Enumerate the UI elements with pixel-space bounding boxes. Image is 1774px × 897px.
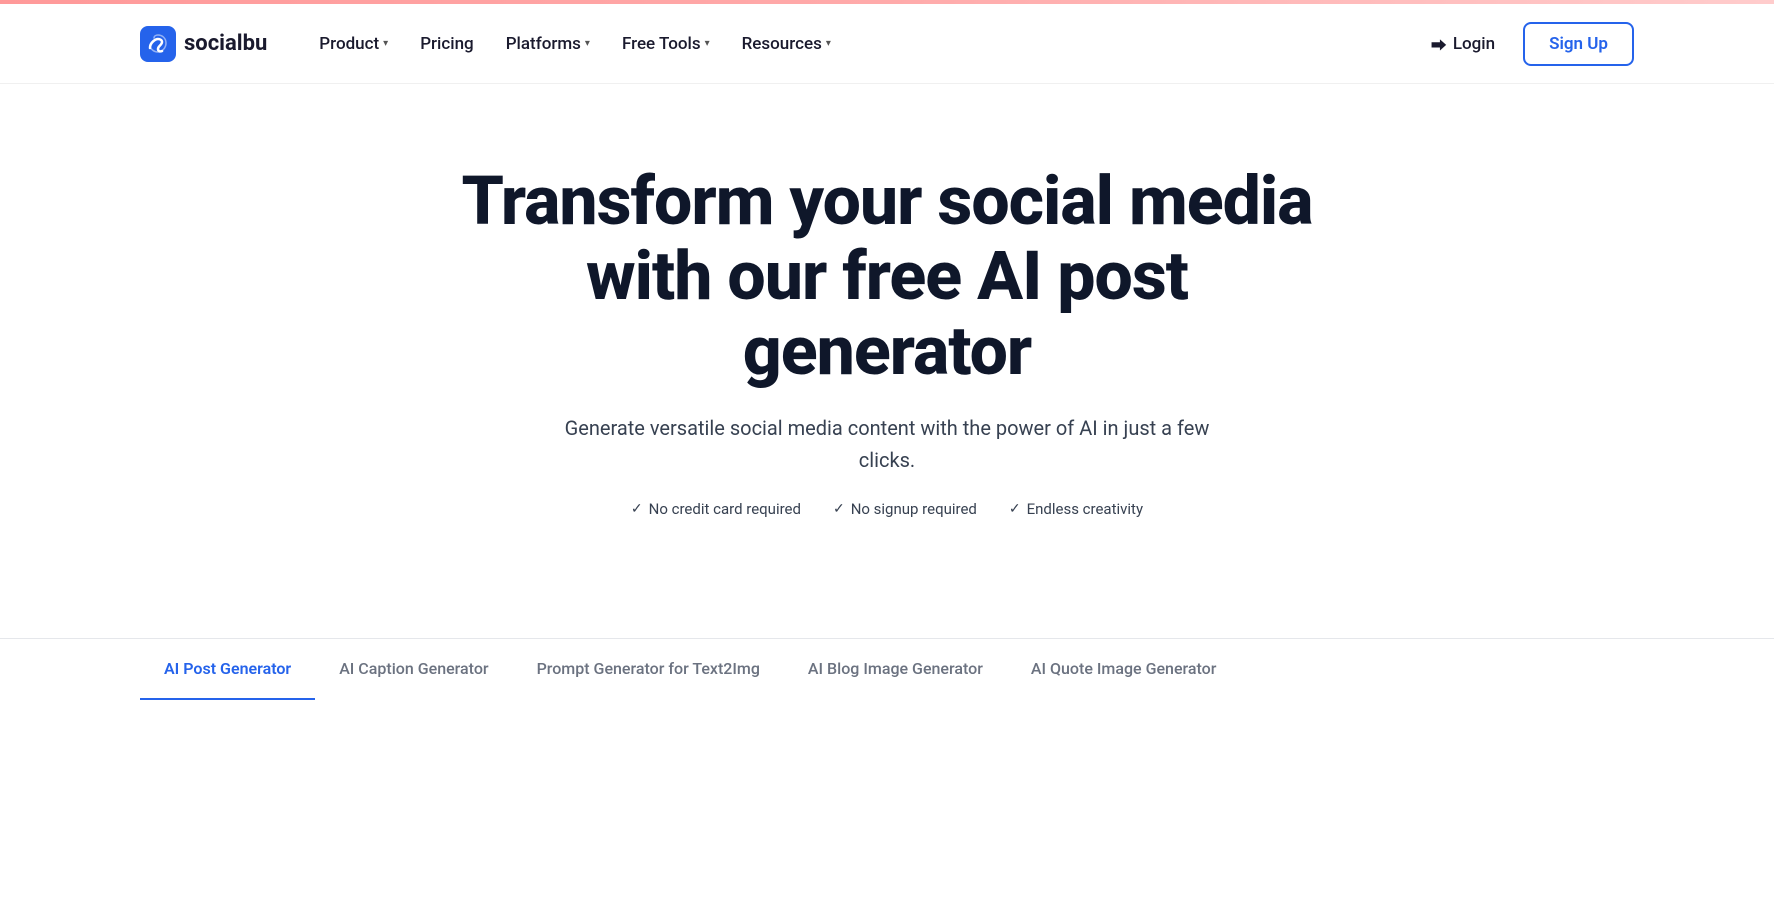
tabs-list: AI Post Generator AI Caption Generator P… [140, 639, 1634, 700]
tab-ai-quote-image-generator[interactable]: AI Quote Image Generator [1007, 639, 1241, 700]
nav-item-resources[interactable]: Resources ▾ [730, 26, 843, 62]
chevron-down-icon: ▾ [826, 38, 831, 49]
chevron-down-icon: ▾ [705, 38, 710, 49]
hero-subtitle: Generate versatile social media content … [547, 412, 1227, 476]
chevron-down-icon: ▾ [585, 38, 590, 49]
navbar: socialbu Product ▾ Pricing Platforms ▾ [0, 4, 1774, 84]
check-icon-0: ✓ [631, 501, 643, 517]
logo-text: socialbu [184, 31, 267, 56]
hero-badges: ✓ No credit card required ✓ No signup re… [631, 500, 1143, 518]
nav-right: ⮕ Login Sign Up [1419, 22, 1634, 66]
check-icon-2: ✓ [1009, 501, 1021, 517]
tabs-section: AI Post Generator AI Caption Generator P… [0, 638, 1774, 700]
tab-ai-blog-image-generator[interactable]: AI Blog Image Generator [784, 639, 1007, 700]
nav-left: socialbu Product ▾ Pricing Platforms ▾ [140, 26, 843, 62]
socialbu-logo-icon [140, 26, 176, 62]
nav-menu: Product ▾ Pricing Platforms ▾ Free Tools… [307, 26, 843, 62]
tab-prompt-generator[interactable]: Prompt Generator for Text2Img [513, 639, 784, 700]
login-icon: ⮕ [1431, 32, 1447, 56]
tab-ai-caption-generator[interactable]: AI Caption Generator [315, 639, 512, 700]
nav-label-platforms: Platforms [506, 34, 581, 54]
chevron-down-icon: ▾ [383, 38, 388, 49]
signup-button[interactable]: Sign Up [1523, 22, 1634, 66]
hero-badge-1: ✓ No signup required [833, 500, 977, 518]
hero-badge-text-1: No signup required [851, 500, 977, 518]
nav-item-pricing[interactable]: Pricing [408, 26, 486, 62]
signup-label: Sign Up [1549, 34, 1608, 54]
nav-label-pricing: Pricing [420, 34, 474, 54]
hero-badge-2: ✓ Endless creativity [1009, 500, 1143, 518]
nav-label-free-tools: Free Tools [622, 34, 701, 54]
check-icon-1: ✓ [833, 501, 845, 517]
logo-link[interactable]: socialbu [140, 26, 267, 62]
nav-label-resources: Resources [742, 34, 822, 54]
nav-label-product: Product [319, 34, 379, 54]
login-label: Login [1453, 34, 1495, 54]
hero-badge-text-2: Endless creativity [1027, 500, 1143, 518]
nav-item-platforms[interactable]: Platforms ▾ [494, 26, 602, 62]
tab-ai-post-generator[interactable]: AI Post Generator [140, 639, 315, 700]
nav-item-product[interactable]: Product ▾ [307, 26, 400, 62]
hero-badge-0: ✓ No credit card required [631, 500, 801, 518]
hero-section: Transform your social media with our fre… [0, 84, 1774, 638]
nav-item-free-tools[interactable]: Free Tools ▾ [610, 26, 722, 62]
login-button[interactable]: ⮕ Login [1419, 24, 1507, 64]
hero-title: Transform your social media with our fre… [437, 164, 1337, 388]
hero-badge-text-0: No credit card required [649, 500, 801, 518]
